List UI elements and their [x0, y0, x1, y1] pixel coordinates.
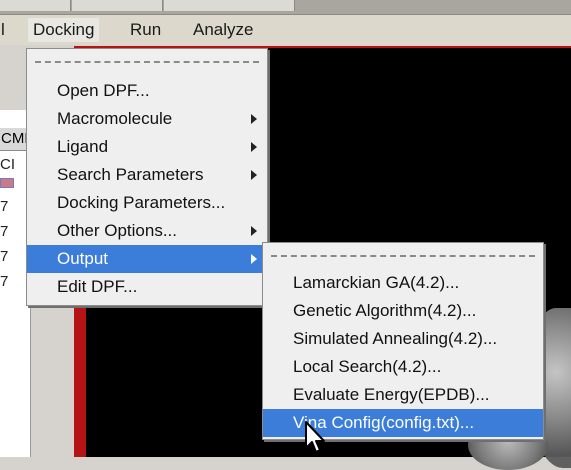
menu-item-label: Lamarckian GA(4.2)... [293, 273, 460, 292]
menu-item-label: Evaluate Energy(EPDB)... [293, 385, 490, 404]
menu-item-label: Docking Parameters... [57, 193, 226, 212]
menu-item-simulated-annealing[interactable]: Simulated Annealing(4.2)... [263, 325, 543, 353]
menu-item-label: Ligand [57, 137, 109, 156]
tearoff-line[interactable] [35, 61, 259, 63]
dashboard-cell[interactable]: 7 [0, 198, 8, 215]
menu-item-open-dpf[interactable]: Open DPF... [27, 77, 267, 105]
menu-item-evaluate-energy[interactable]: Evaluate Energy(EPDB)... [263, 381, 543, 409]
toolbar-segment [164, 0, 295, 11]
menu-item-label: Genetic Algorithm(4.2)... [293, 301, 477, 320]
menu-item-lamarckian-ga[interactable]: Lamarckian GA(4.2)... [263, 269, 543, 297]
menu-item-label: Edit DPF... [57, 277, 138, 296]
menu-item-label: Local Search(4.2)... [293, 357, 442, 376]
submenu-arrow-icon [251, 170, 257, 180]
menu-item-genetic-algorithm[interactable]: Genetic Algorithm(4.2)... [263, 297, 543, 325]
toolbar-segment [0, 0, 71, 11]
submenu-arrow-icon [251, 142, 257, 152]
flag-icon [0, 178, 14, 188]
dashboard-cell[interactable]: 7 [0, 248, 8, 265]
submenu-arrow-icon [251, 254, 257, 264]
menu-docking[interactable]: Docking [28, 18, 100, 42]
menu-item-output[interactable]: Output [27, 245, 267, 273]
dashboard-cell[interactable]: 7 [0, 273, 8, 290]
toolbar-segment [72, 0, 163, 11]
dashboard-cell[interactable]: 7 [0, 223, 8, 240]
submenu-arrow-icon [251, 114, 257, 124]
menu-file[interactable]: l [0, 18, 10, 42]
menu-run[interactable]: Run [125, 18, 166, 42]
output-submenu: Lamarckian GA(4.2)... Genetic Algorithm(… [262, 242, 544, 440]
tearoff-line[interactable] [271, 255, 535, 257]
menu-item-label: Open DPF... [57, 81, 150, 100]
menu-item-edit-dpf[interactable]: Edit DPF... [27, 273, 267, 301]
menu-item-local-search[interactable]: Local Search(4.2)... [263, 353, 543, 381]
menu-item-ligand[interactable]: Ligand [27, 133, 267, 161]
mouse-cursor-icon [305, 421, 325, 453]
menu-item-macromolecule[interactable]: Macromolecule [27, 105, 267, 133]
menu-item-search-parameters[interactable]: Search Parameters [27, 161, 267, 189]
menu-analyze[interactable]: Analyze [188, 18, 258, 42]
menu-item-label: Macromolecule [57, 109, 173, 128]
menu-item-other-options[interactable]: Other Options... [27, 217, 267, 245]
menu-item-label: Simulated Annealing(4.2)... [293, 329, 498, 348]
menu-item-label: Other Options... [57, 221, 177, 240]
menu-item-docking-parameters[interactable]: Docking Parameters... [27, 189, 267, 217]
dashboard-cell: CI [0, 156, 15, 173]
menu-item-label: Output [57, 249, 109, 268]
submenu-arrow-icon [251, 226, 257, 236]
menu-item-label: Search Parameters [57, 165, 204, 184]
menu-bar: l Docking Run Analyze [0, 14, 571, 45]
docking-menu: Open DPF... Macromolecule Ligand Search … [26, 48, 268, 306]
